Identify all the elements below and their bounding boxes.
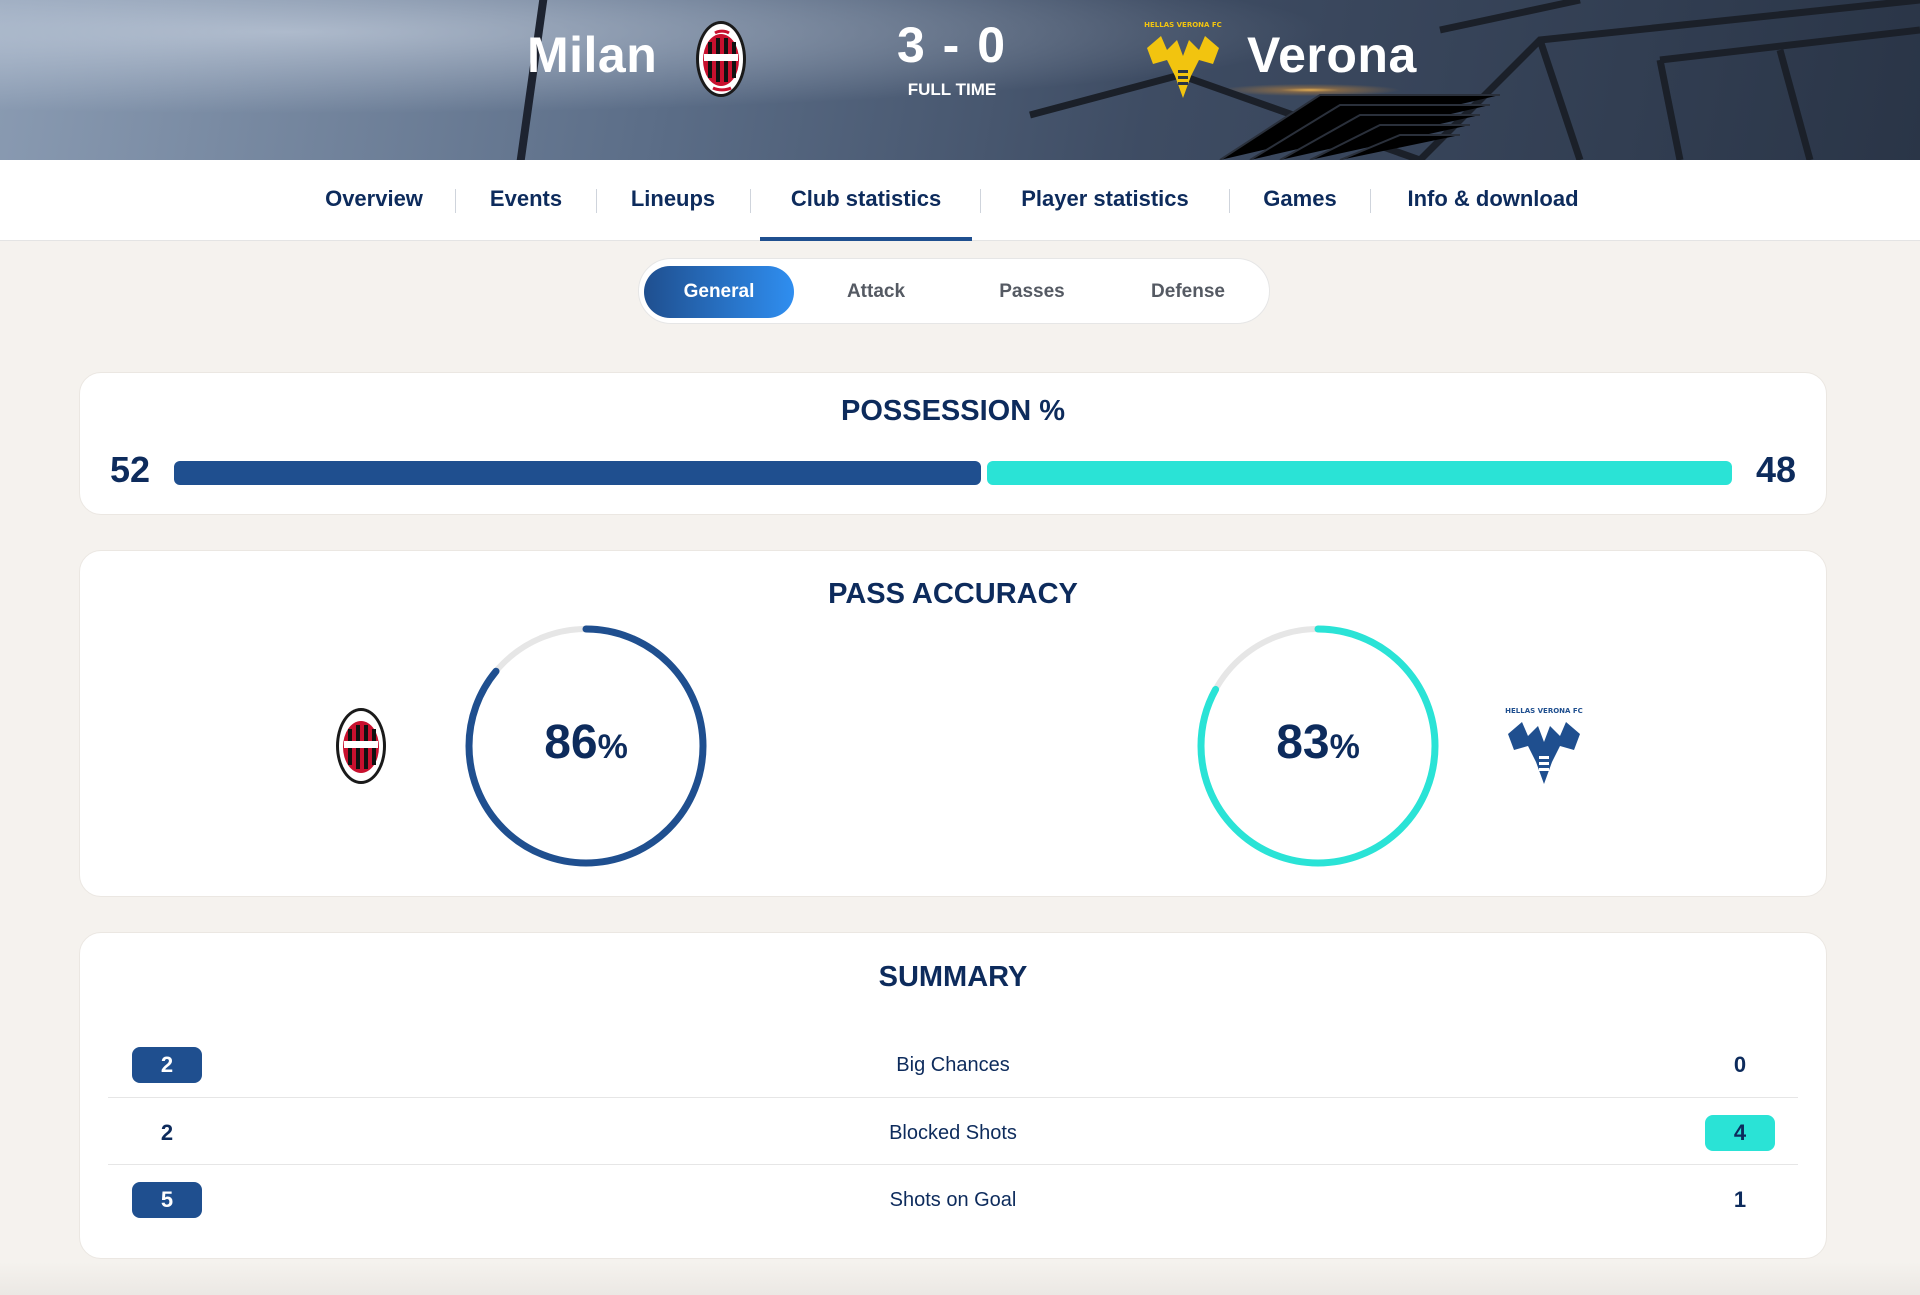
match-tabs: Overview Events Lineups Club statistics … [0,160,1920,241]
summary-row-shots-on-goal: 5 Shots on Goal 1 [108,1166,1798,1233]
row-divider [108,1164,1798,1165]
verona-crest-icon[interactable]: HELLAS VERONA FC [1143,20,1223,100]
possession-title: POSSESSION % [840,395,1065,427]
milan-crest-icon [336,708,386,784]
away-pass-accuracy-value: 83% [1276,716,1360,769]
stat-label: Big Chances [896,1054,1010,1076]
possession-home-value: 52 [110,449,151,490]
segment-general[interactable]: General [644,266,794,318]
home-pass-accuracy-value: 86% [544,716,628,769]
segment-passes[interactable]: Passes [957,266,1107,318]
final-score: 3 - 0 [896,17,1008,73]
stat-label: Shots on Goal [889,1189,1017,1211]
summary-title: SUMMARY [878,961,1028,993]
pass-accuracy-card: PASS ACCURACY 86% 83% HELLAS VERONA FC [79,550,1827,897]
possession-away-bar [987,461,1732,485]
tab-overview[interactable]: Overview [322,160,426,241]
tab-lineups[interactable]: Lineups [626,160,720,241]
segment-defense[interactable]: Defense [1113,266,1263,318]
match-status: FULL TIME [907,80,997,99]
summary-card: SUMMARY 2 Big Chances 0 2 Blocked Shots … [79,932,1827,1259]
page-bottom-edge [0,1262,1920,1295]
possession-card: POSSESSION % 52 48 [79,372,1827,515]
stats-category-switch: General Attack Passes Defense [638,258,1270,324]
tab-divider [980,189,981,213]
pass-accuracy-title: PASS ACCURACY [828,578,1078,610]
away-stat-value: 1 [1733,1187,1747,1212]
tab-player-statistics[interactable]: Player statistics [1010,160,1200,241]
summary-row-blocked-shots: 2 Blocked Shots 4 [108,1099,1798,1166]
tab-club-statistics[interactable]: Club statistics [760,160,972,241]
tab-divider [1229,189,1230,213]
tab-divider [750,189,751,213]
match-header: Milan 3 - 0 FULL TIME HELLAS VERONA FC V… [0,0,1920,160]
tab-info-download[interactable]: Info & download [1400,160,1586,241]
away-team-name[interactable]: Verona [1247,26,1417,84]
milan-crest-icon[interactable] [695,20,747,98]
stat-label: Blocked Shots [889,1122,1017,1144]
match-hero: Milan 3 - 0 FULL TIME HELLAS VERONA FC V… [0,0,1920,160]
tab-divider [1370,189,1371,213]
summary-row-big-chances: 2 Big Chances 0 [108,1031,1798,1098]
tab-games[interactable]: Games [1260,160,1340,241]
tab-events[interactable]: Events [486,160,566,241]
tab-divider [596,189,597,213]
svg-text:HELLAS VERONA FC: HELLAS VERONA FC [1144,21,1222,29]
verona-crest-icon: HELLAS VERONA FC [1505,707,1583,784]
possession-home-bar [174,461,981,485]
segment-attack[interactable]: Attack [801,266,951,318]
away-stat-value: 4 [1705,1115,1775,1151]
away-stat-value: 0 [1733,1052,1747,1077]
possession-away-value: 48 [1755,449,1796,490]
home-team-name[interactable]: Milan [527,26,657,84]
tab-divider [455,189,456,213]
svg-text:HELLAS VERONA FC: HELLAS VERONA FC [1505,707,1583,715]
row-divider [108,1097,1798,1098]
